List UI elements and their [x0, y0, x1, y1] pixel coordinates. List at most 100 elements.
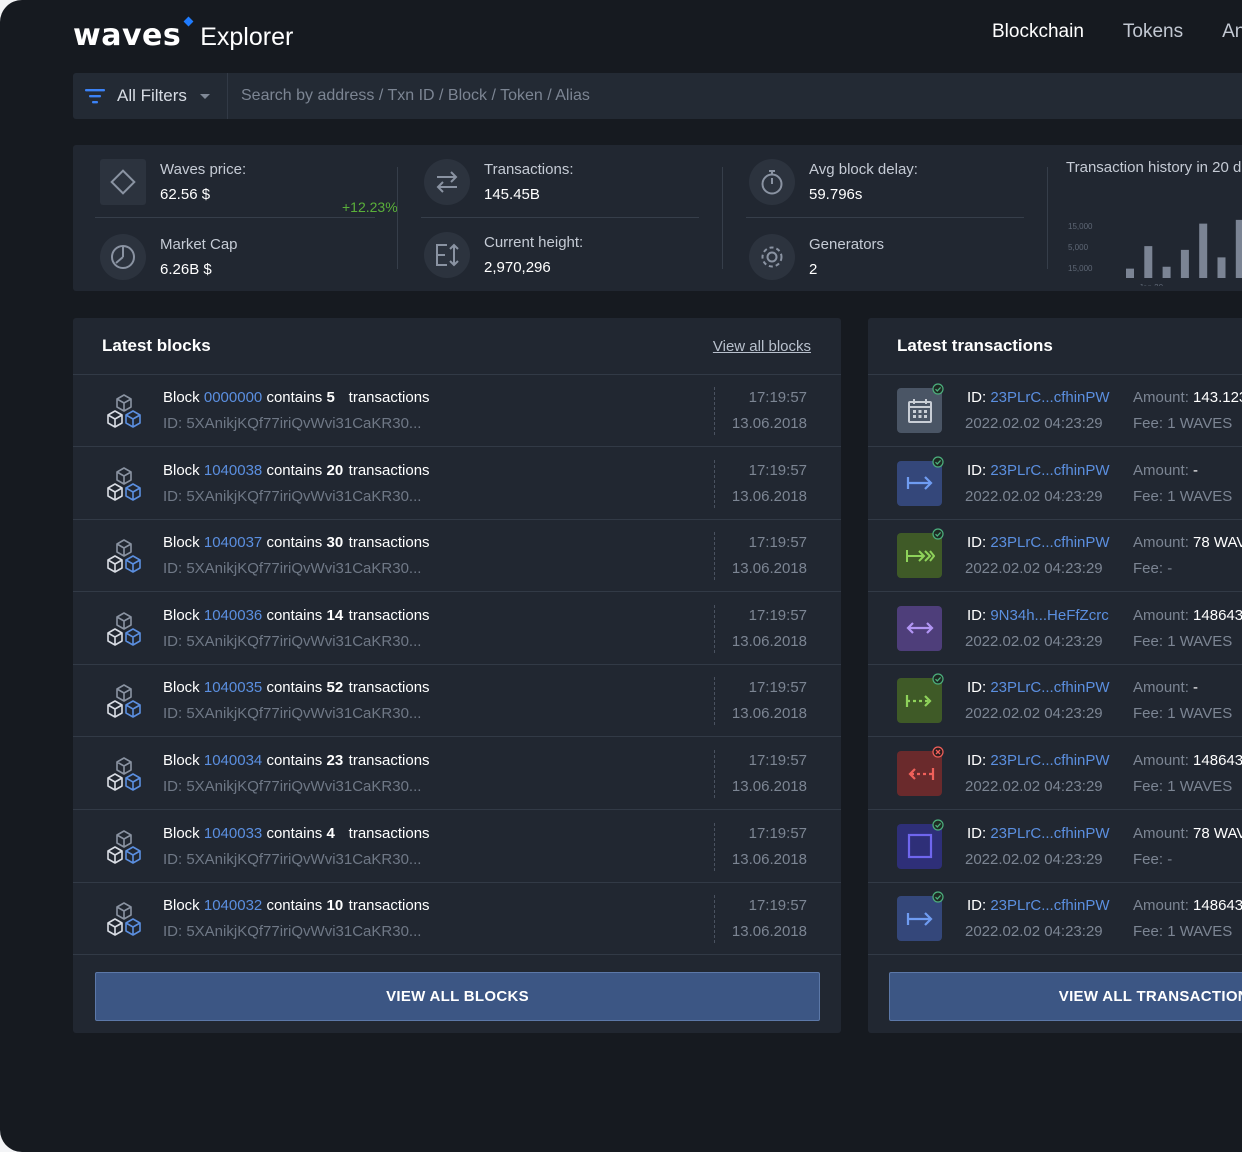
transaction-row[interactable]: ID: 9N34h...HeFfZcrc 2022.02.02 04:23:29…	[868, 593, 1242, 665]
block-row[interactable]: Block 1040035 contains 52 transactions I…	[73, 665, 841, 738]
stat-label: Generators	[809, 236, 885, 253]
stat-label: Avg block delay:	[809, 161, 918, 178]
block-time: 17:19:57	[748, 461, 807, 479]
block-row[interactable]: Block 1040033 contains 4 transactions ID…	[73, 811, 841, 883]
view-all-transactions-button[interactable]: VIEW ALL TRANSACTIONS	[889, 972, 1242, 1021]
x-tick-label: Jan 20	[1139, 283, 1164, 286]
tx-hash-link[interactable]: 23PLrC...cfhinPW	[990, 679, 1109, 696]
contains-word: contains	[266, 461, 323, 479]
divider	[746, 217, 1024, 218]
block-number-link[interactable]: 1040033	[204, 825, 262, 842]
view-all-blocks-link[interactable]: View all blocks	[713, 338, 811, 355]
stat-transactions: Transactions: 145.45B	[424, 159, 573, 205]
contains-word: contains	[266, 534, 323, 552]
transaction-row[interactable]: ID: 23PLrC...cfhinPW 2022.02.02 04:23:29…	[868, 375, 1242, 447]
transaction-row[interactable]: ID: 23PLrC...cfhinPW 2022.02.02 04:23:29…	[868, 738, 1242, 810]
tx-hash-link[interactable]: 23PLrC...cfhinPW	[990, 897, 1109, 914]
tx-amount: Amount: 143.123 WAVES	[1133, 389, 1242, 406]
y-tick-label: 5,000	[1068, 243, 1089, 252]
tx-id: ID: 23PLrC...cfhinPW	[967, 825, 1110, 842]
tx-hash-link[interactable]: 23PLrC...cfhinPW	[990, 534, 1109, 551]
tx-hash-link[interactable]: 23PLrC...cfhinPW	[990, 752, 1109, 769]
nav-tokens[interactable]: Tokens	[1123, 21, 1183, 43]
fee-value: 1 WAVES	[1167, 923, 1233, 941]
tx-hash-link[interactable]: 9N34h...HeFfZcrc	[990, 607, 1108, 624]
stat-label: Waves price:	[160, 161, 247, 178]
block-time: 17:19:57	[748, 897, 807, 915]
check-circle-icon	[932, 818, 944, 831]
diamond-icon	[100, 159, 146, 205]
block-word: Block	[163, 679, 200, 697]
swap-arrows-icon	[424, 159, 470, 205]
check-circle-icon	[932, 383, 944, 395]
fee-prefix: Fee:	[1133, 487, 1164, 505]
tx-count: 14	[326, 606, 344, 624]
check-circle-icon	[932, 455, 944, 468]
transactions-word: transactions	[348, 534, 430, 552]
panel-title: Latest blocks	[102, 336, 211, 355]
id-prefix: ID:	[967, 461, 987, 479]
block-row[interactable]: Block 1040038 contains 20 transactions I…	[73, 448, 841, 520]
blocks-cube-icon	[107, 394, 141, 428]
tx-date: 2022.02.02 04:23:29	[965, 415, 1103, 432]
nav-blockchain[interactable]: Blockchain	[992, 21, 1084, 43]
divider	[714, 750, 715, 798]
block-number-link[interactable]: 1040035	[204, 679, 262, 696]
nav-analytics[interactable]: Analytics	[1222, 21, 1242, 43]
block-date: 13.06.2018	[731, 487, 807, 505]
fee-prefix: Fee:	[1133, 923, 1164, 941]
block-row[interactable]: Block 1040032 contains 10 transactions I…	[73, 883, 841, 956]
transaction-row[interactable]: ID: 23PLrC...cfhinPW 2022.02.02 04:23:29…	[868, 883, 1242, 956]
transaction-row[interactable]: ID: 23PLrC...cfhinPW 2022.02.02 04:23:29…	[868, 811, 1242, 883]
block-number-link[interactable]: 1040032	[204, 897, 262, 914]
fee-value: 1 WAVES	[1167, 778, 1233, 795]
chart-bar	[1180, 249, 1189, 278]
view-all-blocks-button[interactable]: VIEW ALL BLOCKS	[95, 972, 820, 1021]
block-number-link[interactable]: 1040038	[204, 462, 262, 479]
tx-date: 2022.02.02 04:23:29	[965, 778, 1103, 795]
filters-dropdown[interactable]: All Filters	[73, 73, 228, 119]
stat-label: Market Cap	[160, 236, 238, 253]
transactions-word: transactions	[348, 461, 430, 479]
tx-hash-link[interactable]: 23PLrC...cfhinPW	[990, 389, 1109, 406]
filter-icon	[85, 89, 105, 104]
block-word: Block	[163, 824, 200, 842]
amount-prefix: Amount:	[1133, 897, 1189, 915]
tx-id: ID: 23PLrC...cfhinPW	[967, 389, 1110, 406]
block-row[interactable]: Block 1040034 contains 23 transactions I…	[73, 738, 841, 810]
transaction-row[interactable]: ID: 23PLrC...cfhinPW 2022.02.02 04:23:29…	[868, 448, 1242, 520]
blocks-cube-icon	[107, 539, 141, 573]
block-id: ID: 5XAnikjKQf77iriQvWvi31CaKR30...	[163, 560, 422, 578]
amount-value: 78 WAVES	[1193, 824, 1242, 842]
block-row[interactable]: Block 0000000 contains 5 transactions ID…	[73, 375, 841, 447]
tx-hash-link[interactable]: 23PLrC...cfhinPW	[990, 462, 1109, 479]
block-row[interactable]: Block 1040037 contains 30 transactions I…	[73, 520, 841, 593]
tx-count: 5	[326, 389, 335, 406]
search-input[interactable]	[228, 73, 1242, 119]
tx-count: 30	[326, 534, 344, 552]
transaction-row[interactable]: ID: 23PLrC...cfhinPW 2022.02.02 04:23:29…	[868, 520, 1242, 593]
stat-market-cap: Market Cap 6.26B $	[100, 234, 238, 280]
tx-amount: Amount: -	[1133, 679, 1198, 696]
transaction-row[interactable]: ID: 23PLrC...cfhinPW 2022.02.02 04:23:29…	[868, 665, 1242, 738]
fee-value: 1 WAVES	[1167, 705, 1233, 723]
block-summary: Block 1040035 contains 52 transactions	[163, 679, 430, 696]
block-row[interactable]: Block 1040036 contains 14 transactions I…	[73, 593, 841, 665]
chevron-down-icon	[199, 93, 210, 99]
block-number-link[interactable]: 1040036	[204, 607, 262, 624]
tx-hash-link[interactable]: 23PLrC...cfhinPW	[990, 825, 1109, 842]
latest-blocks-panel: Latest blocks View all blocks Block 0000…	[73, 318, 841, 1033]
chart-bar	[1199, 223, 1208, 278]
block-number-link[interactable]: 0000000	[204, 389, 262, 406]
app-logo[interactable]: waves Explorer	[73, 16, 293, 53]
block-date: 13.06.2018	[731, 705, 807, 723]
amount-prefix: Amount:	[1133, 389, 1189, 406]
stat-value: 2	[809, 261, 818, 278]
block-date: 13.06.2018	[731, 778, 807, 795]
height-icon	[424, 232, 470, 278]
block-number-link[interactable]: 1040037	[204, 534, 262, 551]
stat-label: Transactions:	[484, 161, 574, 178]
gear-icon	[749, 234, 795, 280]
block-number-link[interactable]: 1040034	[204, 752, 262, 769]
stat-generators: Generators 2	[749, 234, 884, 280]
